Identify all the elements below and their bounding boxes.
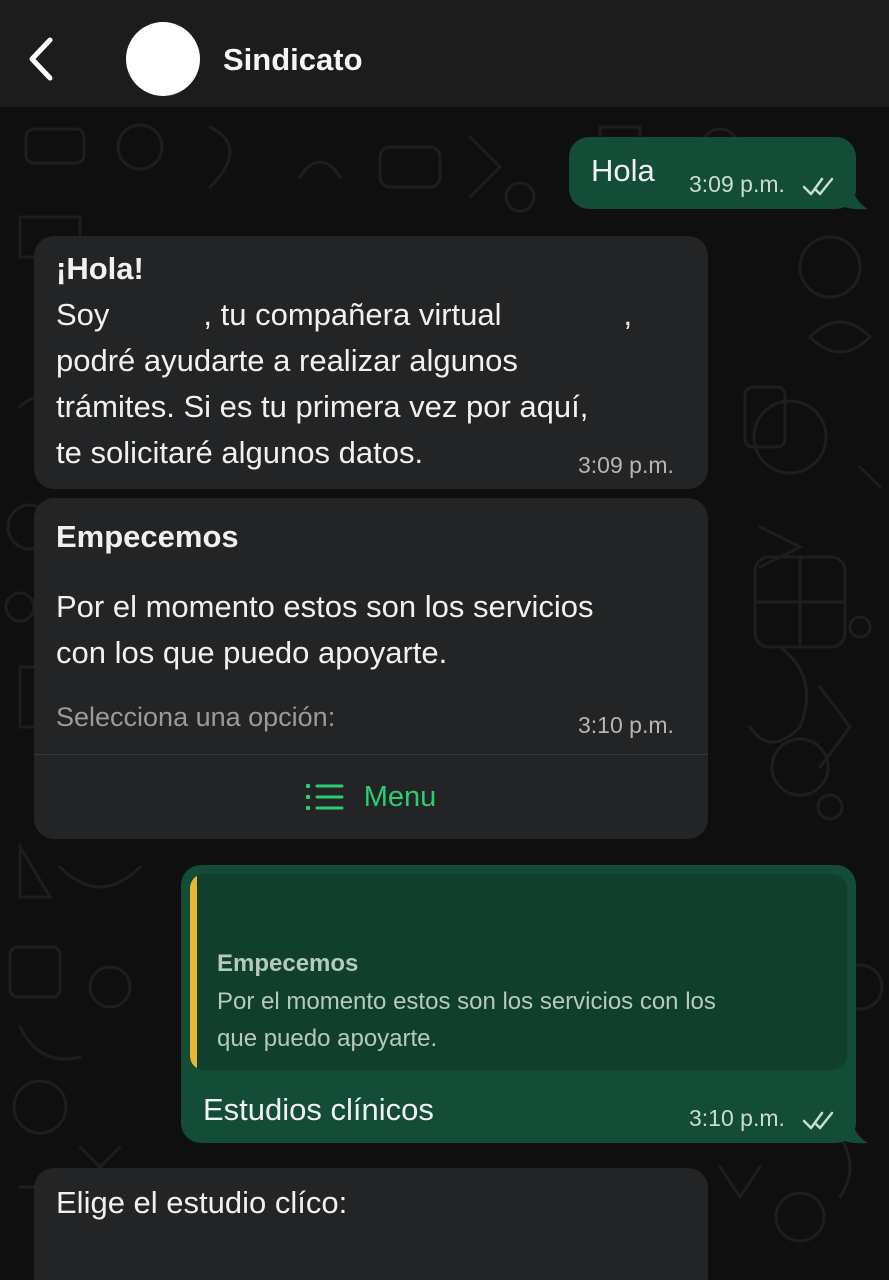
chevron-left-icon <box>29 37 53 81</box>
chat-header: Sindicato <box>0 0 889 107</box>
redacted-text <box>502 302 624 332</box>
interactive-list-message[interactable]: Empecemos Por el momento estos son los s… <box>34 498 708 839</box>
quote-text: que puedo apoyarte. <box>217 1025 438 1052</box>
read-receipt-icon <box>802 177 834 196</box>
outgoing-message[interactable]: Hola 3:09 p.m. <box>569 137 856 209</box>
message-text: Elige el estudio clíco: <box>56 1185 348 1220</box>
message-timestamp: 3:10 p.m. <box>689 1105 785 1131</box>
message-line-part: Soy <box>56 297 110 332</box>
quoted-message[interactable]: Empecemos Por el momento estos son los s… <box>190 874 847 1070</box>
message-text: Estudios clínicos <box>203 1092 434 1127</box>
message-body: Por el momento estos son los servicios <box>56 589 594 624</box>
message-line: trámites. Si es tu primera vez por aquí, <box>56 389 589 424</box>
message-text: Hola <box>591 153 655 188</box>
message-timestamp: 3:09 p.m. <box>578 452 674 478</box>
incoming-message[interactable]: Elige el estudio clíco: <box>34 1168 708 1280</box>
back-button[interactable] <box>18 36 64 82</box>
quote-accent-bar <box>190 874 197 1070</box>
list-icon <box>305 784 344 810</box>
quote-title: Empecemos <box>217 950 359 977</box>
avatar[interactable] <box>126 22 200 96</box>
message-timestamp: 3:09 p.m. <box>689 171 785 197</box>
read-receipt-icon <box>802 1111 834 1130</box>
message-line-part: , <box>623 297 633 332</box>
quote-text: Por el momento estos son los servicios c… <box>217 988 716 1015</box>
message-line: podré ayudarte a realizar algunos <box>56 343 518 378</box>
message-line-part: , tu compañera virtual <box>203 297 502 332</box>
message-heading: ¡Hola! <box>56 251 144 286</box>
message-body: con los que puedo apoyarte. <box>56 635 448 670</box>
message-line: Soy , tu compañera virtual, <box>56 292 632 338</box>
message-line: te solicitaré algunos datos. <box>56 435 424 470</box>
message-footer: Selecciona una opción: <box>56 702 336 732</box>
menu-label: Menu <box>363 780 437 813</box>
message-timestamp: 3:10 p.m. <box>578 712 674 738</box>
menu-button[interactable]: Menu <box>34 755 708 839</box>
incoming-message[interactable]: ¡Hola! Soy , tu compañera virtual, podré … <box>34 236 708 489</box>
chat-area[interactable]: Hola 3:09 p.m. ¡Hola! Soy , tu compañera … <box>0 107 889 1280</box>
contact-name[interactable]: Sindicato <box>223 42 363 78</box>
redacted-name <box>109 302 203 332</box>
message-title: Empecemos <box>56 519 239 554</box>
outgoing-reply-message[interactable]: Empecemos Por el momento estos son los s… <box>181 865 856 1143</box>
